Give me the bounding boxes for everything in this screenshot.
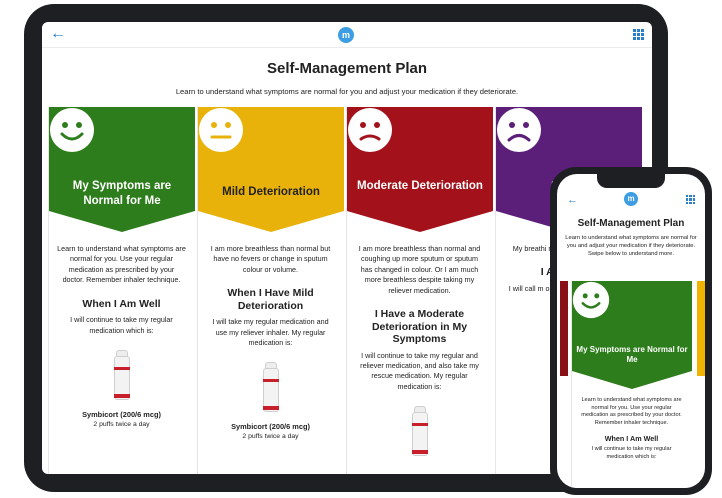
column-heading: When I Have Mild Deterioration	[227, 287, 314, 312]
phone-screen: ← m Self-Management Plan Learn to unders…	[557, 174, 705, 488]
column-description: I am more breathless than normal and cou…	[358, 244, 481, 295]
column-description: I am more breathless than normal but hav…	[210, 244, 331, 274]
next-card-edge[interactable]	[697, 281, 705, 376]
phone-banner-label: My Symptoms are Normal for Me	[576, 345, 688, 364]
app-logo-icon: m	[624, 192, 638, 206]
phone-device: ← m Self-Management Plan Learn to unders…	[550, 167, 712, 495]
column-body: I will continue to take my regular and r…	[360, 350, 479, 391]
phone-page-subtitle: Learn to understand what symptoms are no…	[557, 235, 705, 258]
banner-mild: Mild Deterioration	[198, 107, 344, 232]
swipe-hint: Swipe below to understand more.	[587, 250, 675, 257]
column-body: I will continue to take my regular medic…	[70, 315, 173, 335]
medication-name: Symbicort (200/6 mcg)	[82, 409, 161, 419]
sad-face-icon	[348, 108, 392, 152]
back-arrow-icon[interactable]: ←	[50, 25, 66, 43]
inhaler-icon	[112, 349, 132, 402]
phone-card-description: Learn to understand what symptoms are no…	[581, 397, 682, 426]
prev-card-edge[interactable]	[560, 281, 568, 376]
plan-column-mild[interactable]: Mild Deterioration I am more breathless …	[197, 107, 344, 474]
plan-column-moderate[interactable]: Moderate Deterioration I am more breathl…	[346, 107, 493, 474]
grid-menu-icon[interactable]	[633, 29, 644, 40]
phone-subtitle-text: Learn to understand what symptoms are no…	[565, 235, 697, 249]
banner-label: My Symptoms are Normal for Me	[72, 180, 172, 207]
happy-face-icon	[50, 108, 94, 152]
back-arrow-icon[interactable]: ←	[567, 194, 578, 206]
happy-face-icon	[572, 281, 610, 319]
inhaler-icon	[261, 362, 281, 414]
neutral-face-icon	[199, 108, 243, 152]
phone-page-title: Self-Management Plan	[577, 218, 685, 229]
inhaler-icon	[410, 406, 430, 458]
page-title: Self-Management Plan	[266, 60, 428, 77]
phone-card-body: I will continue to take my regular medic…	[591, 446, 672, 460]
phone-plan-card[interactable]: My Symptoms are Normal for Me Learn to u…	[571, 281, 692, 488]
app-logo-icon: m	[338, 27, 354, 43]
grid-menu-icon[interactable]	[686, 195, 695, 204]
phone-top-bar: ← m	[557, 174, 705, 216]
very-sad-face-icon	[497, 108, 541, 152]
plan-column-well[interactable]: My Symptoms are Normal for Me Learn to u…	[48, 107, 195, 474]
medication-name: Symbicort (200/6 mcg)	[231, 422, 310, 432]
column-heading: I Have a Moderate Deterioration in My Sy…	[371, 308, 468, 346]
column-heading: When I Am Well	[82, 297, 161, 310]
phone-card-heading: When I Am Well	[604, 434, 659, 444]
banner-well: My Symptoms are Normal for Me	[49, 107, 195, 232]
column-description: Learn to understand what symptoms are no…	[57, 244, 186, 285]
medication-dose: 2 puffs twice a day	[242, 433, 299, 441]
device-mockup-stage: ← m Self-Management Plan Learn to unders…	[0, 0, 722, 498]
banner-label: Mild Deterioration	[222, 186, 320, 198]
page-subtitle: Learn to understand what symptoms are no…	[175, 87, 519, 96]
medication-dose: 2 puffs twice a day	[93, 420, 150, 428]
banner-moderate: Moderate Deterioration	[347, 107, 493, 232]
column-body: I will take my regular medication and us…	[212, 317, 329, 348]
tablet-top-bar: ← m	[42, 22, 652, 48]
phone-banner-well: My Symptoms are Normal for Me	[572, 281, 692, 389]
banner-label: Moderate Deterioration	[357, 180, 483, 192]
